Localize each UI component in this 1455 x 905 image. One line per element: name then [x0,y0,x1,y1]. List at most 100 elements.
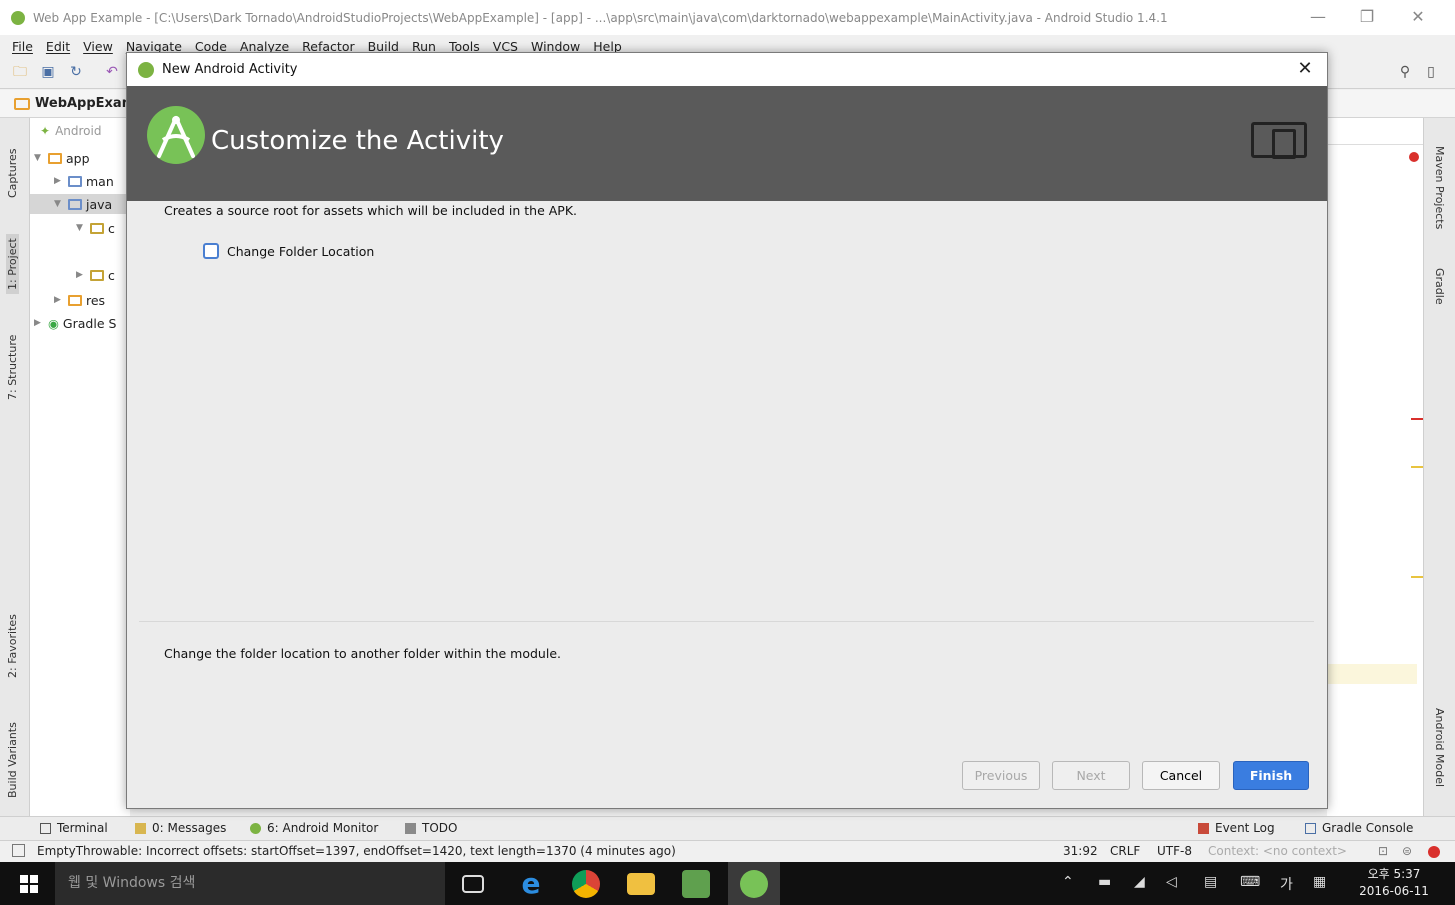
todo-icon [405,822,416,834]
tab-project[interactable]: 1: Project [6,234,19,294]
save-icon[interactable]: ▣ [40,65,56,79]
warning-stripe-mark[interactable] [1411,466,1423,468]
panel-icon[interactable]: ▯ [1423,65,1439,79]
change-folder-location-checkbox[interactable]: Change Folder Location [203,243,374,259]
android-studio-task[interactable] [728,862,780,905]
menu-file[interactable]: File [12,39,33,54]
tab-event-log[interactable]: Event Log [1198,821,1275,835]
action-center-icon[interactable]: ▤ [1204,874,1217,890]
cancel-button[interactable]: Cancel [1142,761,1220,790]
tab-build-variants[interactable]: Build Variants [6,722,19,798]
wifi-icon[interactable]: ◢ [1134,874,1145,890]
tab-messages[interactable]: 0: Messages [135,821,226,835]
checkbox-box[interactable] [203,243,219,259]
keyboard-icon[interactable]: ⌨ [1240,874,1260,890]
windows-start-icon[interactable] [20,875,38,893]
tab-gradle-console[interactable]: Gradle Console [1305,821,1413,835]
tree-item-label: c [108,220,115,236]
tool-window-bar: Terminal 0: Messages 6: Android Monitor … [0,816,1455,840]
status-toggle-icon[interactable] [12,844,25,857]
tree-item-label: app [66,150,90,166]
tab-gradle-console-label: Gradle Console [1322,821,1414,835]
editor-tab-divider [1327,144,1423,145]
tree-item-package[interactable]: ▼ c [76,218,115,238]
expand-arrow-icon: ▶ [76,270,83,280]
file-encoding[interactable]: UTF-8 [1157,844,1192,858]
tree-item-java[interactable]: ▼ java [30,194,130,214]
tree-item-gradle-scripts[interactable]: ▶ ◉ Gradle S [34,313,116,333]
menu-view[interactable]: View [83,39,113,54]
android-studio-logo-icon [147,106,205,164]
gradle-console-icon [1305,822,1316,834]
close-dialog-button[interactable]: ✕ [1293,57,1317,81]
error-marker-icon[interactable] [1409,152,1419,162]
chrome-icon[interactable] [572,870,600,898]
open-folder-icon[interactable]: 🗀 [12,65,28,79]
search-icon[interactable]: ⚲ [1397,65,1413,79]
undo-icon[interactable]: ↶ [104,65,120,79]
close-window-button[interactable]: ✕ [1395,6,1441,28]
file-explorer-icon[interactable] [627,873,655,895]
volume-icon[interactable]: ◁ [1166,874,1177,890]
android-studio-icon [138,61,154,78]
project-view-selector[interactable]: ✦ Android [40,121,101,141]
tree-item-label: res [86,292,106,308]
tree-item-app[interactable]: ▼ app [34,148,90,168]
tab-android-monitor[interactable]: 6: Android Monitor [250,821,378,835]
previous-button[interactable]: Previous [962,761,1040,790]
restore-button[interactable]: ❐ [1344,6,1390,28]
clock[interactable]: 오후 5:37 2016-06-11 [1354,865,1434,898]
minimize-button[interactable]: — [1295,6,1341,28]
tab-structure[interactable]: 7: Structure [6,335,19,400]
context-indicator[interactable]: Context: <no context> [1208,844,1348,858]
tree-item-manifests[interactable]: ▶ man [54,171,114,191]
expand-arrow-icon: ▶ [34,318,41,328]
tab-android-model[interactable]: Android Model [1433,708,1446,787]
window-titlebar: Web App Example - [C:\Users\Dark Tornado… [0,0,1455,35]
tab-captures[interactable]: Captures [6,149,19,198]
help-text: Change the folder location to another fo… [164,646,561,661]
expand-arrow-icon: ▼ [54,199,61,209]
right-tool-strip: Maven Projects Gradle Android Model [1423,118,1455,816]
warning-stripe-mark[interactable] [1411,576,1423,578]
tab-maven-projects[interactable]: Maven Projects [1433,146,1446,229]
dialog-body [127,201,1327,621]
sync-icon[interactable]: ↻ [68,65,84,79]
folder-icon [68,175,82,187]
tray-expand-icon[interactable]: ⌃ [1062,874,1074,890]
notepad-icon[interactable] [682,870,710,898]
ime-mode-icon[interactable]: ▦ [1313,874,1326,890]
tab-terminal[interactable]: Terminal [40,821,108,835]
battery-icon[interactable]: ▬ [1098,874,1111,890]
next-button[interactable]: Next [1052,761,1130,790]
lock-icon[interactable]: ⊡ [1378,844,1388,858]
breadcrumb-project[interactable]: WebAppExam [35,96,135,111]
editor-area[interactable] [1327,118,1423,816]
terminal-icon [40,822,51,834]
tree-item-label: Gradle S [62,315,117,331]
ime-indicator[interactable]: 가 [1280,874,1293,894]
finish-button[interactable]: Finish [1233,761,1309,790]
tab-gradle[interactable]: Gradle [1433,268,1446,305]
new-android-activity-dialog: New Android Activity ✕ Customize the Act… [126,52,1328,809]
edge-icon[interactable]: e [517,870,545,898]
inspector-icon[interactable]: ⊜ [1402,844,1412,858]
menu-edit[interactable]: Edit [46,39,70,54]
tree-item-package-test[interactable]: ▶ c [76,265,115,285]
event-log-icon [1198,822,1209,834]
highlighted-line [1327,664,1417,684]
tab-favorites[interactable]: 2: Favorites [6,614,19,678]
messages-icon [135,822,146,834]
checkbox-label[interactable]: Change Folder Location [227,244,374,259]
caret-position[interactable]: 31:92 [1063,844,1098,858]
task-view-icon[interactable] [462,875,484,893]
tree-item-res[interactable]: ▶ res [54,290,105,310]
tab-todo[interactable]: TODO [405,821,457,835]
project-folder-icon [14,97,30,110]
status-message[interactable]: EmptyThrowable: Incorrect offsets: start… [37,844,1052,858]
line-separator[interactable]: CRLF [1110,844,1140,858]
taskbar-search-input[interactable]: 웹 및 Windows 검색 [55,862,445,905]
error-indicator-icon[interactable] [1428,846,1440,858]
error-stripe-mark[interactable] [1411,418,1423,420]
left-tool-strip: Captures 1: Project 7: Structure 2: Favo… [0,118,30,816]
